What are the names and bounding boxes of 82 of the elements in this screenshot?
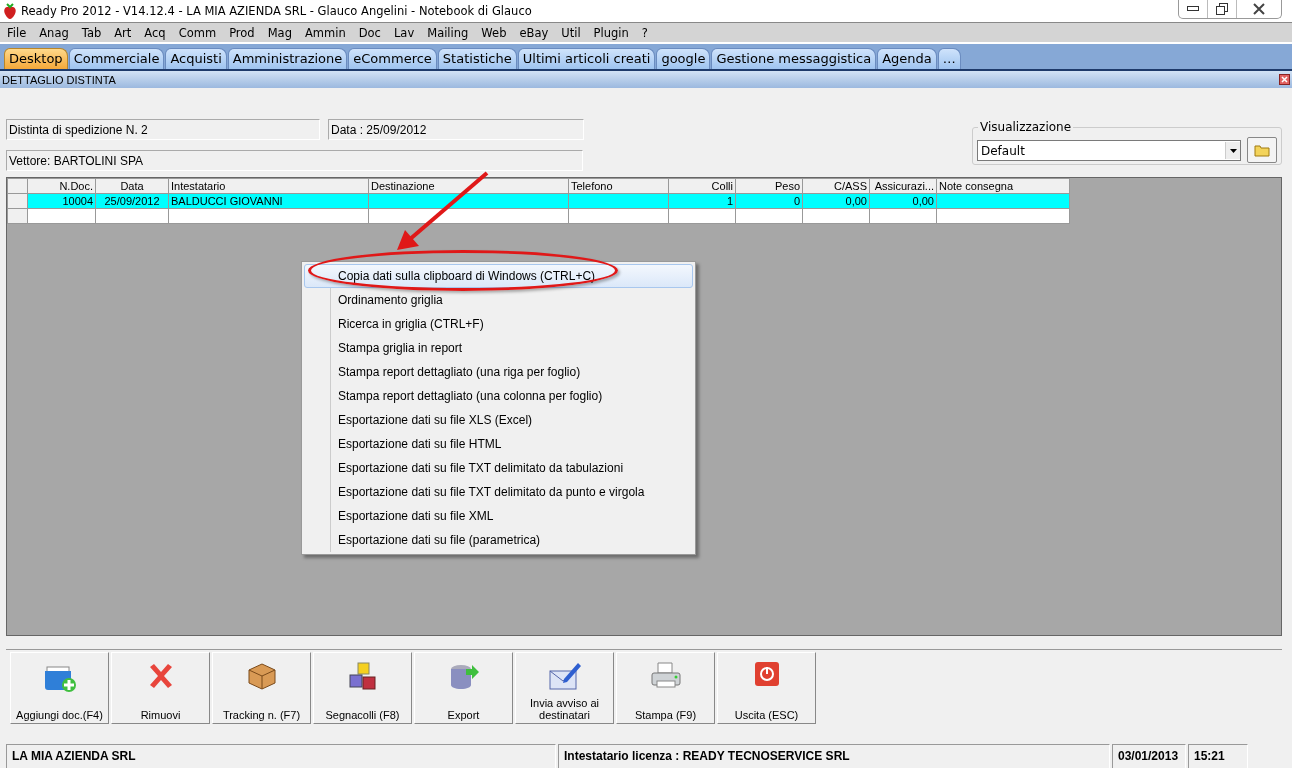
toolbar-button[interactable]: Uscita (ESC) [717,652,816,724]
tab[interactable]: google [656,48,711,69]
minimize-icon [1187,6,1199,12]
status-text: 03/01/2013 [1112,744,1186,768]
column-header[interactable]: Intestatario [168,178,369,194]
folder-button[interactable] [1247,137,1277,163]
column-header[interactable]: C/ASS [802,178,870,194]
tab[interactable]: … [937,48,961,69]
menu-item[interactable]: Util [556,25,586,40]
date-field: Data : 25/09/2012 [328,119,584,140]
column-header[interactable]: Telefono [568,178,669,194]
column-header[interactable]: Note consegna [936,178,1070,194]
distinta-field: Distinta di spedizione N. 2 [6,119,320,140]
column-header[interactable]: Data [95,178,169,194]
menu-item[interactable]: Esportazione dati su file XML [304,504,693,528]
menu-item[interactable]: Stampa griglia in report [304,336,693,360]
menu-item[interactable]: Ammin [299,25,351,40]
column-header[interactable]: N.Doc. [27,178,96,194]
toolbar-button[interactable]: Stampa (F9) [616,652,715,724]
toolbar-button[interactable]: Rimuovi [111,652,210,724]
menu-item[interactable]: Mag [262,25,297,40]
dropdown-arrow-icon [1229,148,1237,153]
tab[interactable]: eCommerce [348,48,437,69]
tab[interactable]: Ultimi articoli creati [517,48,656,69]
menu-item[interactable]: Web [476,25,512,40]
view-dropdown[interactable]: Default [977,140,1241,161]
tab[interactable]: Amministrazione [227,48,348,69]
menu-item[interactable]: ? [636,25,653,40]
cubes-icon [346,661,379,693]
menu-item[interactable]: Acq [139,25,171,40]
menu-item[interactable]: Esportazione dati su file (parametrica) [304,528,693,552]
column-header[interactable]: Assicurazi... [869,178,937,194]
menu-item[interactable]: Plugin [588,25,634,40]
menu-item[interactable]: Ordinamento griglia [304,288,693,312]
menu-item[interactable]: Stampa report dettagliato (una colonna per foglio) [304,384,693,408]
menu-item[interactable]: Comm [173,25,222,40]
menu-item[interactable]: eBay [514,25,554,40]
group-label: Visualizzazione [978,120,1074,134]
menu-item[interactable]: Esportazione dati su file XLS (Excel) [304,408,693,432]
menu-item[interactable]: Tab [76,25,107,40]
menu-item[interactable]: Prod [224,25,260,40]
menu-item[interactable]: File [2,25,32,40]
column-header[interactable]: Destinazione [368,178,569,194]
column-header[interactable]: Peso [735,178,803,194]
tab[interactable]: Statistiche [437,48,517,69]
menu-item[interactable]: Esportazione dati su file TXT delimitato da tabulazioni [304,456,693,480]
menu-item[interactable]: Lav [388,25,420,40]
toolbar-button[interactable]: Tracking n. (F7) [212,652,311,724]
close-icon[interactable] [1279,74,1290,85]
menu-item[interactable]: Ricerca in griglia (CTRL+F) [304,312,693,336]
toolbar-button[interactable]: Export [414,652,513,724]
package-icon [245,661,278,691]
status-text: LA MIA AZIENDA SRL [6,744,556,768]
tab[interactable]: Desktop [4,48,68,69]
tab[interactable]: Gestione messaggistica [711,48,877,69]
toolbar-button[interactable]: Segnacolli (F8) [313,652,412,724]
menu-item[interactable]: Esportazione dati su file HTML [304,432,693,456]
tab[interactable]: Commerciale [68,48,165,69]
menu-item[interactable]: Copia dati sulla clipboard di Windows (CTRL+C) [304,264,693,288]
menu-item[interactable]: Stampa report dettagliato (una riga per foglio) [304,360,693,384]
panel-title: DETTAGLIO DISTINTA [2,73,117,86]
folder-icon [1254,143,1270,157]
strawberry-icon [3,3,17,19]
menu-item[interactable]: Mailing [422,25,474,40]
toolbar-button[interactable]: Invia avviso ai destinatari [515,652,614,724]
menu-item[interactable]: Doc [353,25,386,40]
printer-icon [648,661,683,691]
menu-item[interactable]: Art [109,25,137,40]
column-header[interactable]: Colli [668,178,736,194]
close-icon [1252,3,1266,15]
menu-item[interactable]: Anag [34,25,74,40]
tab[interactable]: Agenda [877,48,937,69]
window-title: Ready Pro 2012 - V14.12.4 - LA MIA AZIENDA SRL - Glauco Angelini - Notebook di Glauco [21,4,532,18]
carrier-field: Vettore: BARTOLINI SPA [6,150,583,171]
toolbar-button[interactable]: Aggiungi doc.(F4) [10,652,109,724]
restore-icon [1216,3,1228,15]
envelope-pen-icon [547,661,582,693]
status-text: 15:21 [1188,744,1248,768]
status-text: Intestatario licenza : READY TECNOSERVICE SRL [558,744,1110,768]
tab[interactable]: Acquisti [165,48,227,69]
menu-item[interactable]: Esportazione dati su file TXT delimitato da punto e virgola [304,480,693,504]
power-icon [753,661,780,687]
